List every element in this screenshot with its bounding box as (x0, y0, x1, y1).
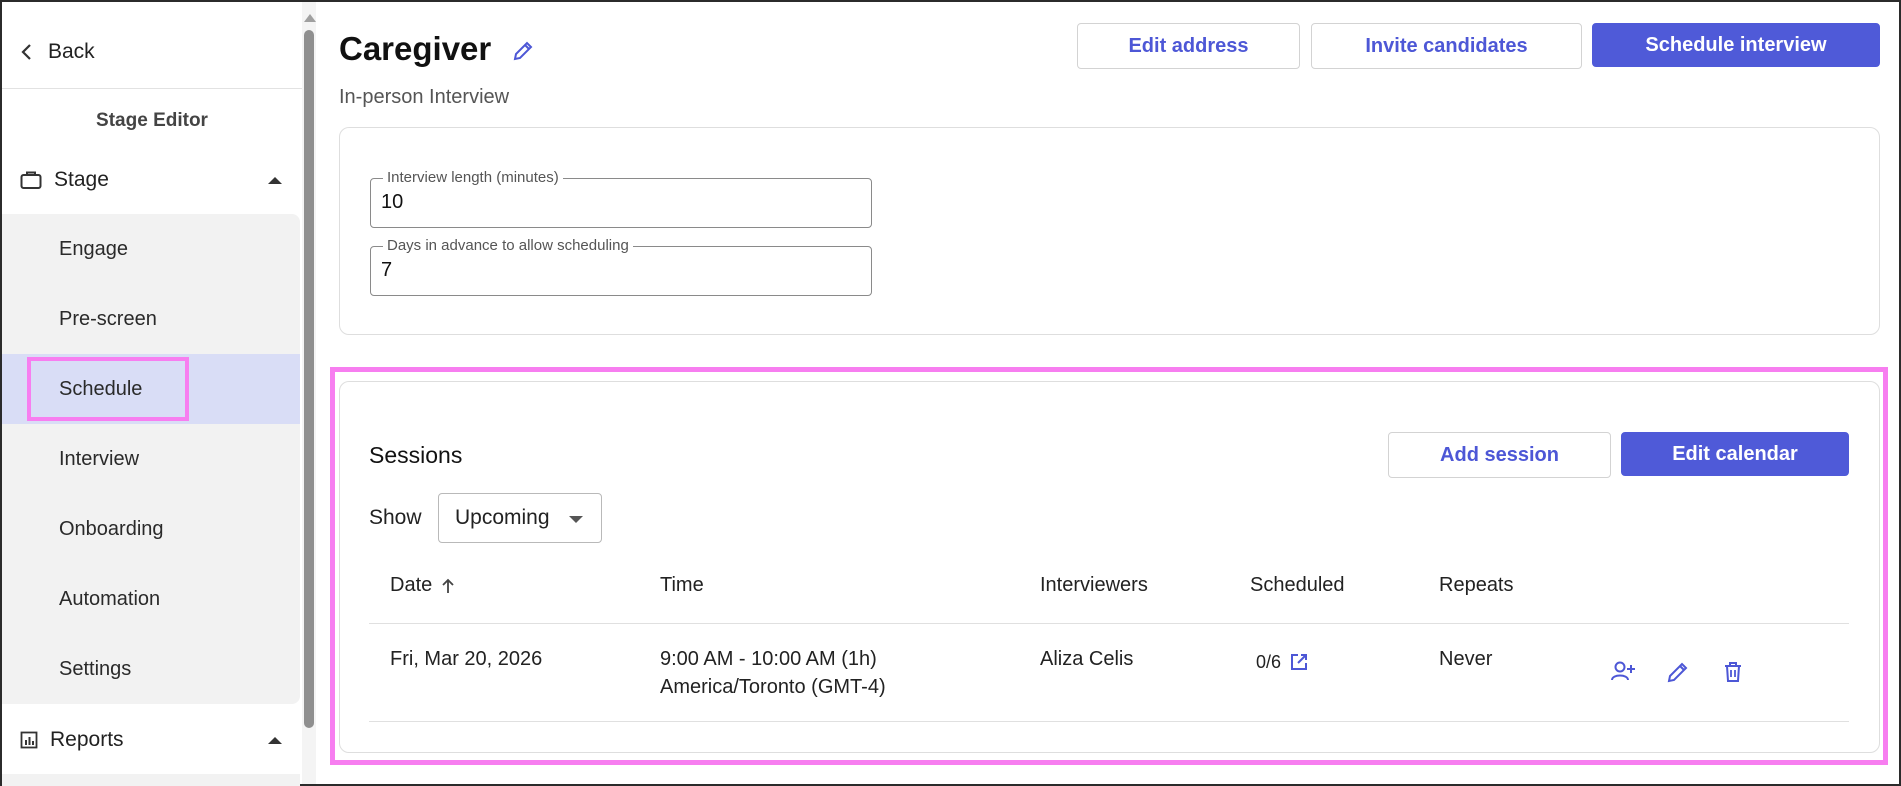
sidebar-item-automation[interactable]: Automation (2, 564, 300, 634)
sidebar-item-label: Automation (59, 587, 161, 610)
stage-section-toggle[interactable]: Stage (20, 160, 288, 200)
scroll-up-icon[interactable] (304, 14, 316, 22)
sidebar-item-label: Schedule (59, 377, 143, 400)
stage-section-label: Stage (54, 168, 109, 191)
show-label: Show (369, 506, 422, 529)
show-filter-select[interactable]: Upcoming (438, 493, 602, 543)
table-divider (369, 623, 1849, 624)
table-divider (369, 721, 1849, 722)
arrow-up-icon (442, 578, 454, 593)
field-label: Days in advance to allow scheduling (383, 237, 633, 254)
interview-settings-card: Interview length (minutes) 10 Days in ad… (339, 127, 1880, 335)
sidebar-item-onboarding[interactable]: Onboarding (2, 494, 300, 564)
sidebar-item-label: Pre-screen (59, 307, 157, 330)
sidebar-item-settings[interactable]: Settings (2, 634, 300, 704)
back-button[interactable]: Back (20, 34, 95, 70)
session-date: Fri, Mar 20, 2026 (390, 648, 543, 670)
session-scheduled-link[interactable]: 0/6 (1256, 648, 1309, 676)
reports-nav (2, 774, 300, 786)
sessions-title: Sessions (369, 442, 463, 468)
stage-editor-title: Stage Editor (96, 110, 208, 131)
scroll-thumb[interactable] (304, 30, 314, 728)
sidebar-item-label: Settings (59, 657, 132, 680)
caret-up-icon (268, 736, 282, 744)
interview-length-field[interactable]: Interview length (minutes) 10 (370, 169, 872, 228)
column-header-interviewers: Interviewers (1040, 574, 1148, 596)
column-header-time: Time (660, 574, 704, 596)
sidebar-scrollbar[interactable] (302, 2, 316, 784)
field-label: Interview length (minutes) (383, 169, 563, 186)
sidebar-item-label: Engage (59, 237, 128, 260)
sidebar: Back Stage Editor Stage Engage Pre-scree… (2, 2, 302, 786)
edit-address-button[interactable]: Edit address (1077, 23, 1300, 69)
sidebar-item-label: Interview (59, 447, 140, 470)
column-header-label: Date (390, 574, 433, 596)
session-interviewers: Aliza Celis (1040, 648, 1134, 670)
reports-section-label: Reports (50, 728, 124, 751)
add-session-button[interactable]: Add session (1388, 432, 1611, 478)
select-value: Upcoming (455, 506, 550, 529)
invite-candidates-button[interactable]: Invite candidates (1311, 23, 1582, 69)
days-in-advance-field[interactable]: Days in advance to allow scheduling 7 (370, 237, 872, 296)
caret-up-icon (268, 176, 282, 184)
stage-nav: Engage Pre-screen Schedule Interview Onb… (2, 214, 300, 704)
sidebar-item-label: Onboarding (59, 517, 164, 540)
scheduled-count: 0/6 (1256, 652, 1282, 672)
column-header-scheduled: Scheduled (1250, 574, 1345, 596)
back-label: Back (48, 40, 95, 63)
divider (2, 88, 302, 89)
page-subtitle: In-person Interview (339, 86, 510, 108)
briefcase-icon (20, 171, 42, 189)
session-time-range: 9:00 AM - 10:00 AM (1h) (660, 648, 877, 670)
external-link-icon (1291, 654, 1308, 670)
session-repeats: Never (1439, 648, 1493, 670)
session-timezone: America/Toronto (GMT-4) (660, 676, 886, 698)
bar-chart-icon (20, 731, 38, 749)
field-value: 7 (381, 259, 393, 281)
column-header-date[interactable]: Date (390, 574, 456, 597)
page-title: Caregiver (339, 30, 492, 67)
pencil-icon[interactable] (1664, 658, 1692, 686)
sidebar-item-schedule[interactable]: Schedule (2, 354, 300, 424)
trash-icon[interactable] (1719, 658, 1747, 686)
sidebar-item-engage[interactable]: Engage (2, 214, 300, 284)
pencil-icon[interactable] (510, 38, 536, 64)
schedule-interview-button[interactable]: Schedule interview (1592, 23, 1880, 67)
sidebar-item-interview[interactable]: Interview (2, 424, 300, 494)
field-value: 10 (381, 191, 404, 213)
edit-calendar-button[interactable]: Edit calendar (1621, 432, 1849, 476)
sidebar-item-pre-screen[interactable]: Pre-screen (2, 284, 300, 354)
chevron-down-icon (569, 516, 583, 523)
column-header-repeats: Repeats (1439, 574, 1514, 596)
reports-section-toggle[interactable]: Reports (20, 720, 288, 760)
add-person-icon[interactable] (1609, 658, 1637, 686)
chevron-left-icon (21, 44, 31, 60)
